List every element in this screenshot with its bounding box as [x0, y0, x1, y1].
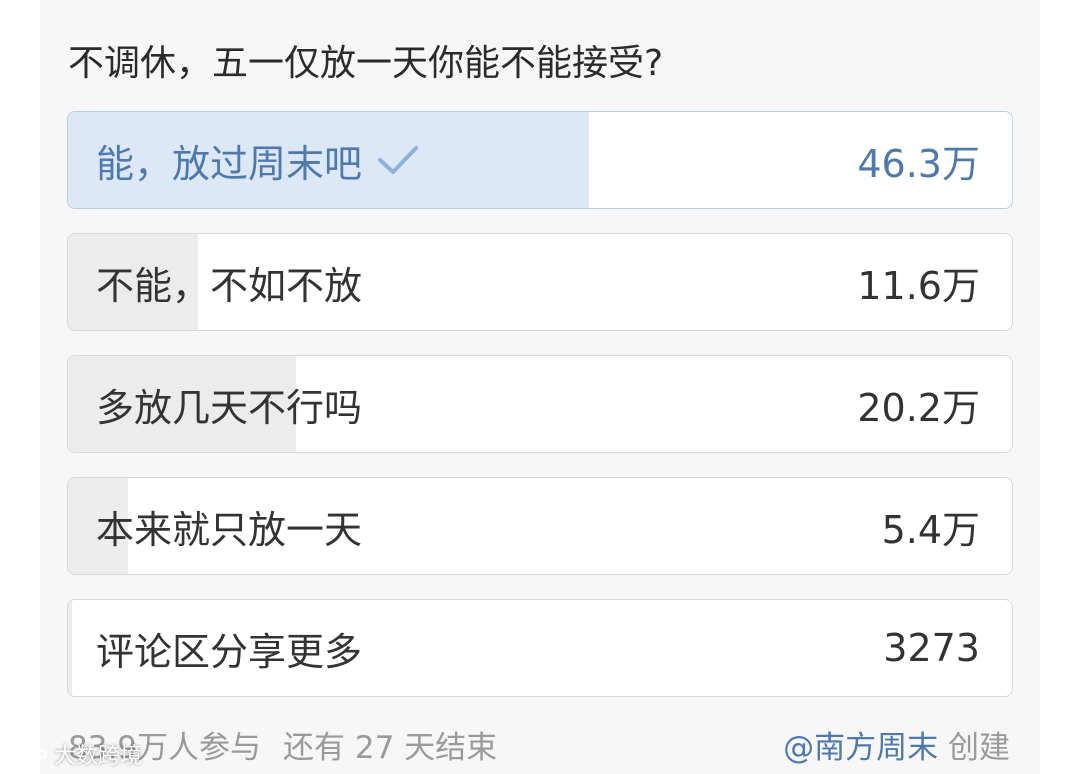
poll-option-count: 46.3万: [857, 141, 980, 186]
created-label: 创建: [948, 730, 1010, 766]
watermark-text: 大数跨境: [54, 744, 143, 769]
poll-option-label-row: 能，放过周末吧: [96, 112, 422, 208]
poll-option-label: 能，放过周末吧: [96, 141, 363, 186]
poll-option-count: 5.4万: [881, 507, 980, 552]
poll-option-label: 评论区分享更多: [96, 629, 363, 674]
poll-footer-creator: @南方周末 创建: [783, 722, 1010, 767]
poll-option-count: 3273: [883, 626, 980, 670]
poll-option-count: 20.2万: [857, 385, 980, 430]
poll-option-label: 本来就只放一天: [96, 507, 363, 552]
poll-option-4[interactable]: 本来就只放一天 5.4万: [67, 477, 1013, 575]
time-remaining: 还有 27 天结束: [283, 730, 498, 766]
poll-option-1[interactable]: 能，放过周末吧 46.3万: [67, 111, 1013, 209]
poll-option-3[interactable]: 多放几天不行吗 20.2万: [67, 355, 1013, 453]
poll-option-label: 多放几天不行吗: [96, 385, 363, 430]
poll-option-5[interactable]: 评论区分享更多 3273: [67, 599, 1013, 697]
poll-question: 不调休，五一仅放一天你能不能接受?: [68, 43, 664, 84]
poll-option-2[interactable]: 不能，不如不放 11.6万: [67, 233, 1013, 331]
poll-option-fill: [68, 600, 72, 696]
check-icon: [378, 146, 419, 174]
watermark-logo-icon: [7, 744, 48, 764]
poll-option-label: 不能，不如不放: [96, 263, 363, 308]
watermark: 大数跨境: [6, 738, 142, 770]
creator-link[interactable]: @南方周末: [783, 730, 938, 766]
poll-option-count: 11.6万: [857, 263, 980, 308]
